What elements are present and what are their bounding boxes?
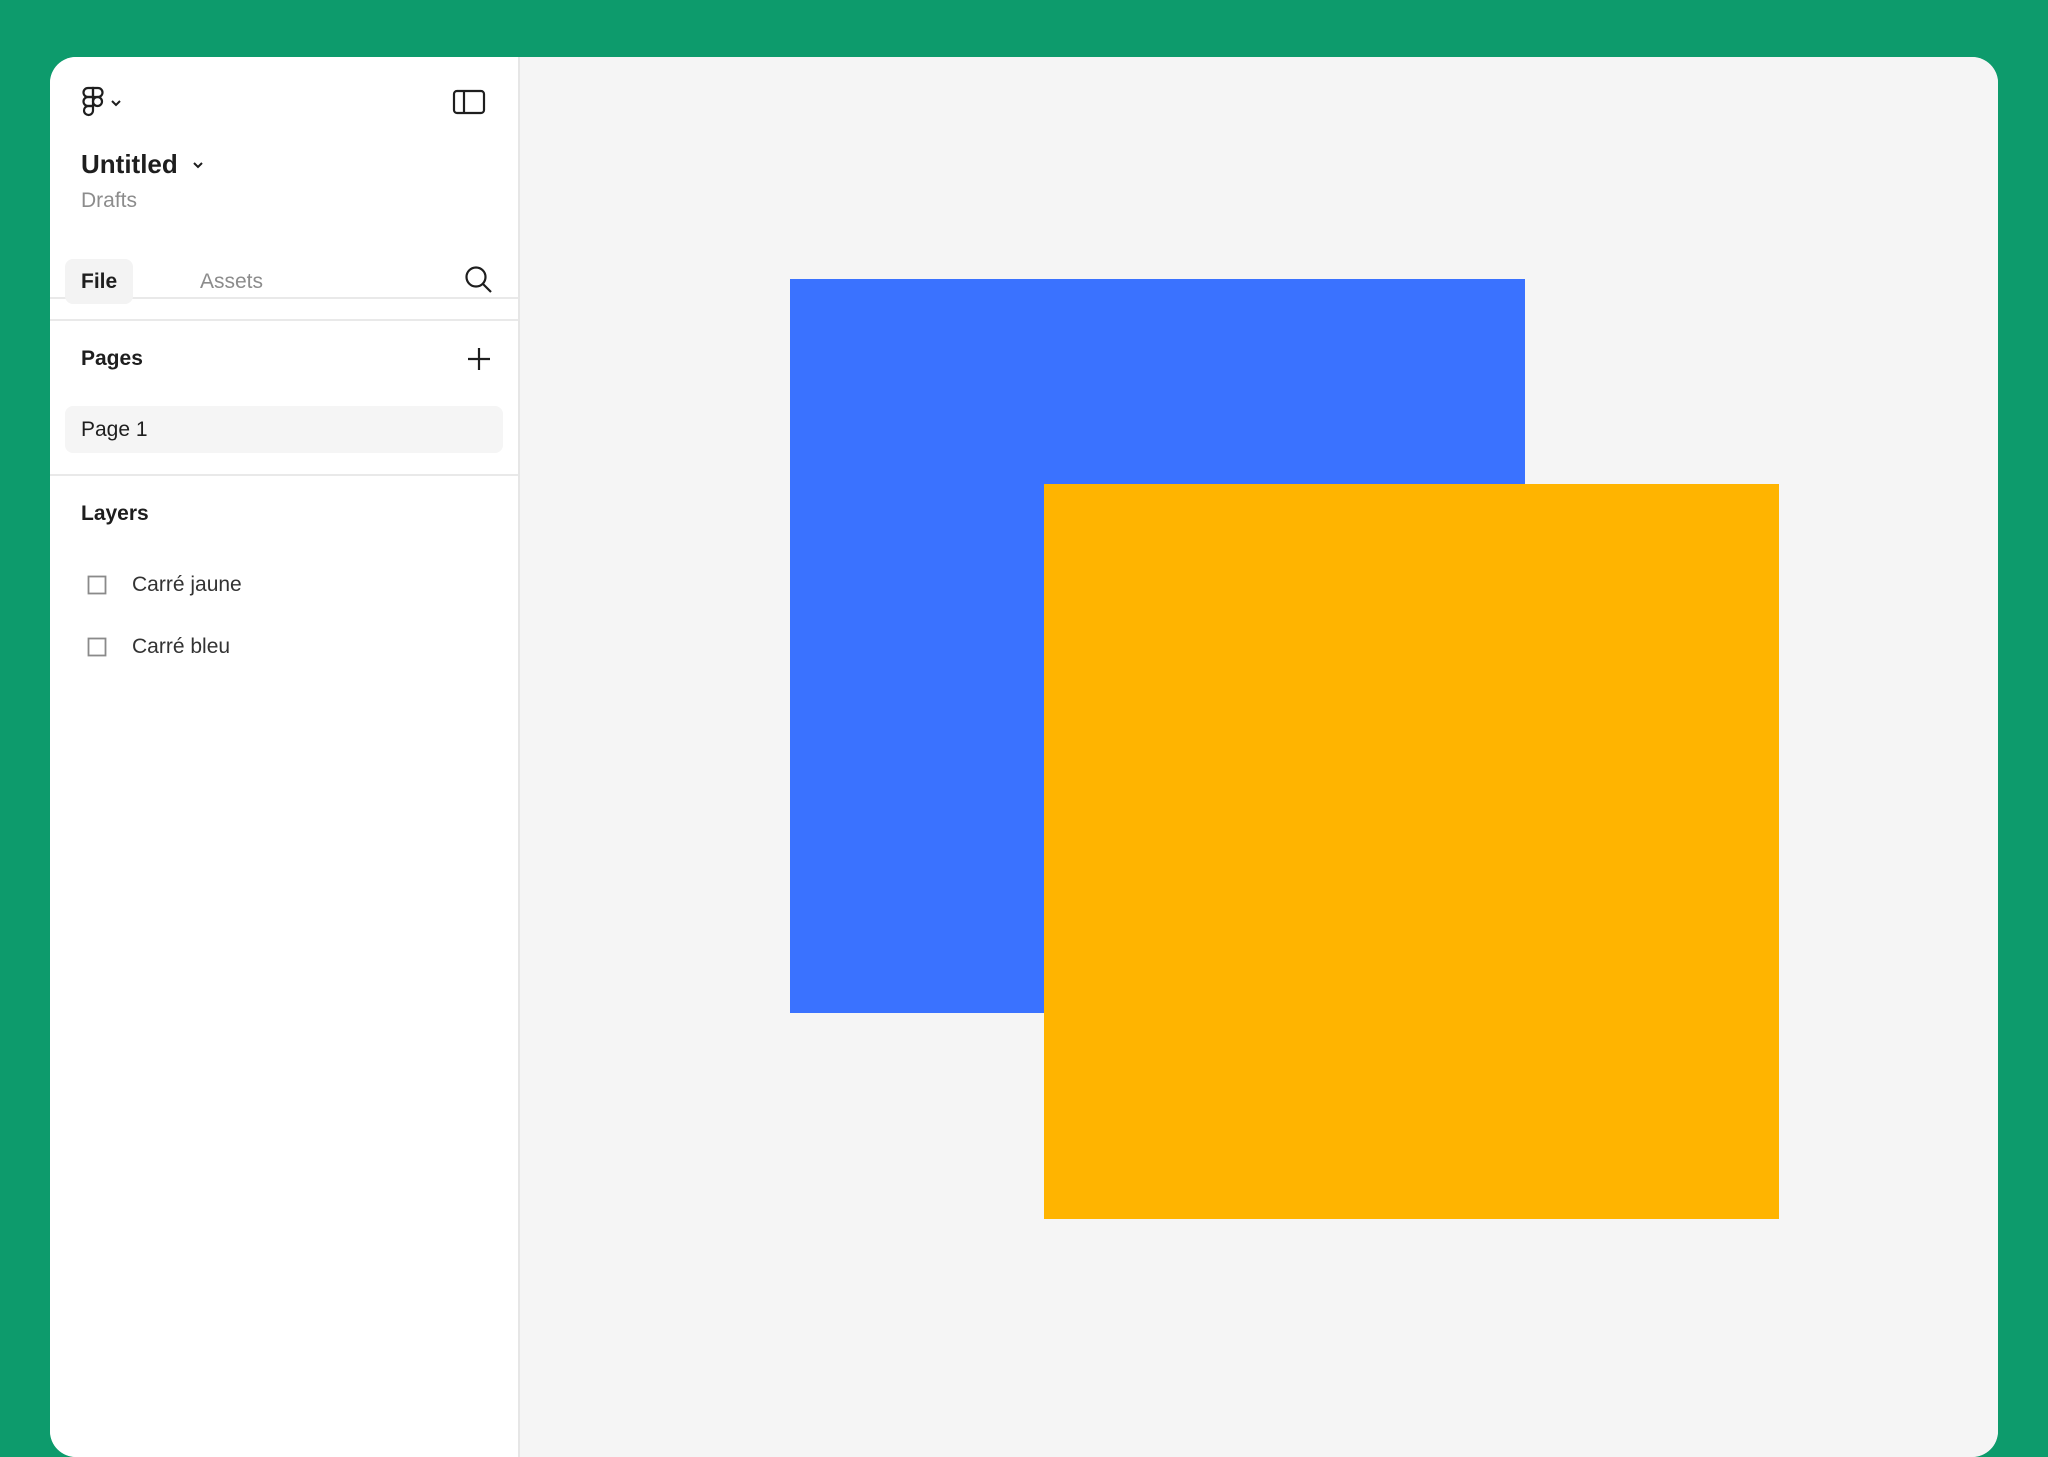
divider bbox=[50, 474, 518, 476]
pages-heading: Pages bbox=[81, 347, 143, 370]
divider bbox=[50, 319, 518, 321]
file-title-button[interactable]: Untitled bbox=[81, 149, 204, 180]
plus-icon bbox=[464, 348, 494, 378]
chevron-down-icon bbox=[110, 99, 122, 107]
layer-label: Carré bleu bbox=[132, 635, 231, 658]
chevron-down-icon bbox=[192, 156, 204, 174]
figma-logo-icon bbox=[82, 86, 104, 120]
sidebar-toggle-icon bbox=[452, 89, 486, 120]
page-label: Page 1 bbox=[81, 417, 148, 441]
rectangle-icon bbox=[87, 575, 107, 595]
design-canvas[interactable] bbox=[520, 57, 1998, 1457]
sidebar-toggle-button[interactable] bbox=[452, 88, 486, 116]
rectangle-icon bbox=[87, 637, 107, 657]
search-button[interactable] bbox=[462, 263, 496, 297]
layer-item-carre-bleu[interactable]: Carré bleu bbox=[65, 623, 503, 671]
file-name: Untitled bbox=[81, 149, 178, 179]
main-menu-button[interactable] bbox=[82, 85, 122, 121]
tab-file[interactable]: File bbox=[65, 259, 134, 304]
yellow-square-shape[interactable] bbox=[1044, 484, 1779, 1219]
file-location[interactable]: Drafts bbox=[81, 189, 137, 213]
app-window: Untitled Drafts File Assets Pages Page 1… bbox=[50, 57, 1998, 1457]
add-page-button[interactable] bbox=[464, 344, 494, 374]
search-icon bbox=[462, 266, 496, 301]
layer-item-carre-jaune[interactable]: Carré jaune bbox=[65, 561, 503, 609]
left-sidebar: Untitled Drafts File Assets Pages Page 1… bbox=[50, 57, 520, 1457]
layer-label: Carré jaune bbox=[132, 573, 242, 596]
page-list-item[interactable]: Page 1 bbox=[65, 406, 503, 453]
tab-assets[interactable]: Assets bbox=[200, 259, 263, 304]
layers-heading: Layers bbox=[81, 502, 149, 525]
